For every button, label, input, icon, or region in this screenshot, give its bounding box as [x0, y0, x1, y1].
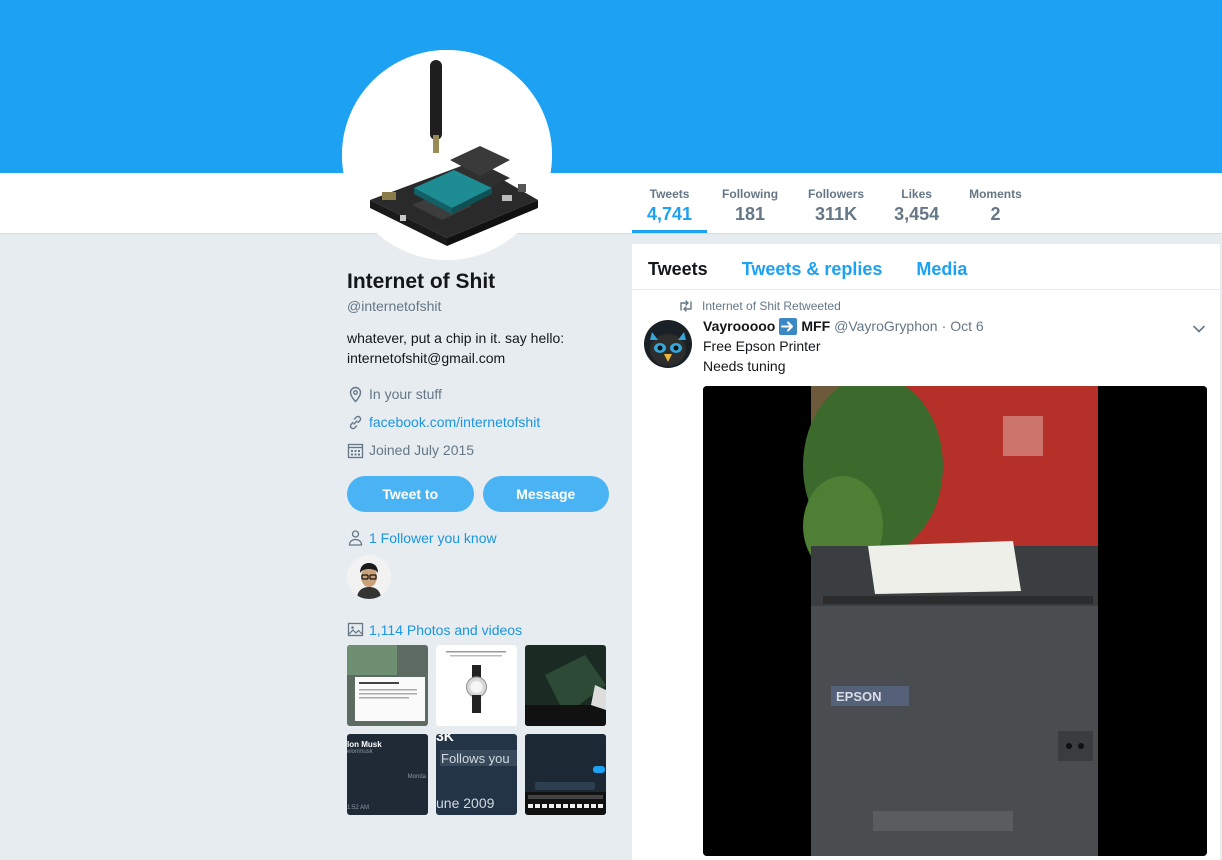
tweet-header: Vayrooooo MFF @VayroGryphon · Oct 6	[703, 316, 1208, 336]
stat-label: Followers	[808, 187, 865, 201]
profile-sidebar: Internet of Shit @internetofshit whateve…	[347, 268, 609, 815]
bio-line: internetofshit@gmail.com	[347, 350, 506, 366]
message-button[interactable]: Message	[482, 476, 609, 512]
tweet-author-handle[interactable]: @VayroGryphon	[834, 318, 937, 334]
thumb-dialog-image	[347, 645, 428, 726]
profile-meta: In your stuff facebook.com/internetofshi…	[347, 380, 609, 464]
printer-brand-text: EPSON	[836, 689, 882, 704]
media-grid: lon Musk elonmusk Monda 1:52 AM 3K Follo…	[347, 645, 609, 815]
stat-label: Moments	[969, 187, 1022, 201]
stat-label: Likes	[901, 187, 932, 201]
stat-label: Tweets	[649, 187, 690, 201]
location-icon	[349, 386, 362, 403]
tweet-to-button[interactable]: Tweet to	[347, 476, 474, 512]
tweet-video[interactable]: EPSON	[703, 386, 1207, 856]
thumb-dark-image	[525, 645, 606, 726]
media-thumb[interactable]: 3K Follows you une 2009	[436, 734, 517, 815]
stat-tweets[interactable]: Tweets 4,741	[632, 173, 708, 233]
tweet-author-name-suffix[interactable]: MFF	[801, 318, 830, 334]
stat-value: 4,741	[647, 204, 693, 224]
thumb-follows-you: Follows you	[441, 751, 510, 766]
printer-video-frame: EPSON	[703, 386, 1207, 856]
tab-tweets[interactable]: Tweets	[648, 244, 708, 289]
profile-location: In your stuff	[347, 380, 609, 408]
followers-you-know: 1 Follower you know	[347, 529, 609, 546]
media-thumb[interactable]	[436, 645, 517, 726]
arrow-right-emoji-icon	[779, 317, 798, 335]
profile-avatar[interactable]	[342, 50, 552, 260]
timeline: Tweets Tweets & replies Media Internet o…	[632, 244, 1220, 860]
timeline-tabs: Tweets Tweets & replies Media	[632, 244, 1220, 290]
stat-label: Following	[722, 187, 779, 201]
thumb-keyboard-image	[525, 734, 606, 815]
tweet[interactable]: Internet of Shit Retweeted Vayrooooo MFF…	[632, 290, 1220, 856]
stat-value: 2	[990, 204, 1001, 224]
thumb-top: 3K	[436, 734, 454, 744]
profile-name[interactable]: Internet of Shit	[347, 268, 609, 296]
media-thumb[interactable]	[347, 645, 428, 726]
photos-videos: 1,114 Photos and videos	[347, 621, 609, 638]
website-link[interactable]: facebook.com/internetofshit	[369, 414, 540, 430]
stat-following[interactable]: Following 181	[707, 173, 793, 233]
thumb-handle: elonmusk	[347, 749, 373, 755]
joined-text: Joined July 2015	[369, 442, 475, 458]
tweet-date[interactable]: Oct 6	[950, 318, 983, 334]
tweet-line: Needs tuning	[703, 358, 786, 374]
profile-nav	[0, 173, 1222, 234]
profile-actions: Tweet to Message	[347, 476, 609, 512]
stat-value: 181	[735, 204, 766, 224]
tweet-text: Free Epson Printer Needs tuning	[703, 336, 1208, 376]
link-icon	[349, 415, 362, 429]
retweet-context: Internet of Shit Retweeted	[644, 299, 1208, 313]
profile-website: facebook.com/internetofshit	[347, 408, 609, 436]
photos-videos-link[interactable]: 1,114 Photos and videos	[369, 622, 522, 638]
stat-followers[interactable]: Followers 311K	[793, 173, 879, 233]
person-icon	[348, 530, 363, 546]
tweet-author-name[interactable]: Vayrooooo	[703, 318, 775, 334]
media-thumb[interactable]	[525, 645, 606, 726]
chevron-down-icon[interactable]	[1192, 322, 1206, 336]
thumb-date: une 2009	[436, 795, 495, 811]
follower-face-image	[347, 555, 391, 599]
thumb-time: 1:52 AM	[347, 805, 370, 811]
tab-tweets-replies[interactable]: Tweets & replies	[742, 244, 883, 289]
profile-banner	[0, 0, 1222, 173]
tweet-body: Vayrooooo MFF @VayroGryphon · Oct 6 Free…	[703, 316, 1208, 376]
stat-likes[interactable]: Likes 3,454	[879, 173, 954, 233]
profile-handle[interactable]: @internetofshit	[347, 298, 609, 314]
follower-avatar[interactable]	[347, 555, 391, 599]
separator-dot: ·	[941, 318, 947, 334]
gryphon-avatar-image	[644, 320, 692, 368]
tab-media[interactable]: Media	[916, 244, 967, 289]
retweeted-by[interactable]: Internet of Shit Retweeted	[702, 299, 841, 313]
image-icon	[347, 622, 364, 637]
bio-line: whatever, put a chip in it. say hello:	[347, 330, 565, 346]
retweet-icon	[680, 300, 692, 312]
tweet-avatar[interactable]	[644, 320, 692, 368]
profile-stats: Tweets 4,741 Following 181 Followers 311…	[632, 173, 1037, 234]
stat-moments[interactable]: Moments 2	[954, 173, 1037, 233]
calendar-icon	[347, 443, 364, 458]
thumb-name: lon Musk	[347, 740, 382, 749]
media-thumb[interactable]	[525, 734, 606, 815]
media-thumb[interactable]: lon Musk elonmusk Monda 1:52 AM	[347, 734, 428, 815]
tweet-line: Free Epson Printer	[703, 338, 821, 354]
profile-joined: Joined July 2015	[347, 436, 609, 464]
profile-bio: whatever, put a chip in it. say hello: i…	[347, 328, 609, 368]
stat-value: 3,454	[894, 204, 940, 224]
stat-value: 311K	[815, 204, 858, 224]
location-text: In your stuff	[369, 386, 442, 402]
thumb-day: Monda	[407, 774, 426, 780]
followers-you-know-link[interactable]: 1 Follower you know	[369, 530, 497, 546]
circuit-board-image	[342, 50, 552, 260]
thumb-watch-image	[436, 645, 517, 726]
